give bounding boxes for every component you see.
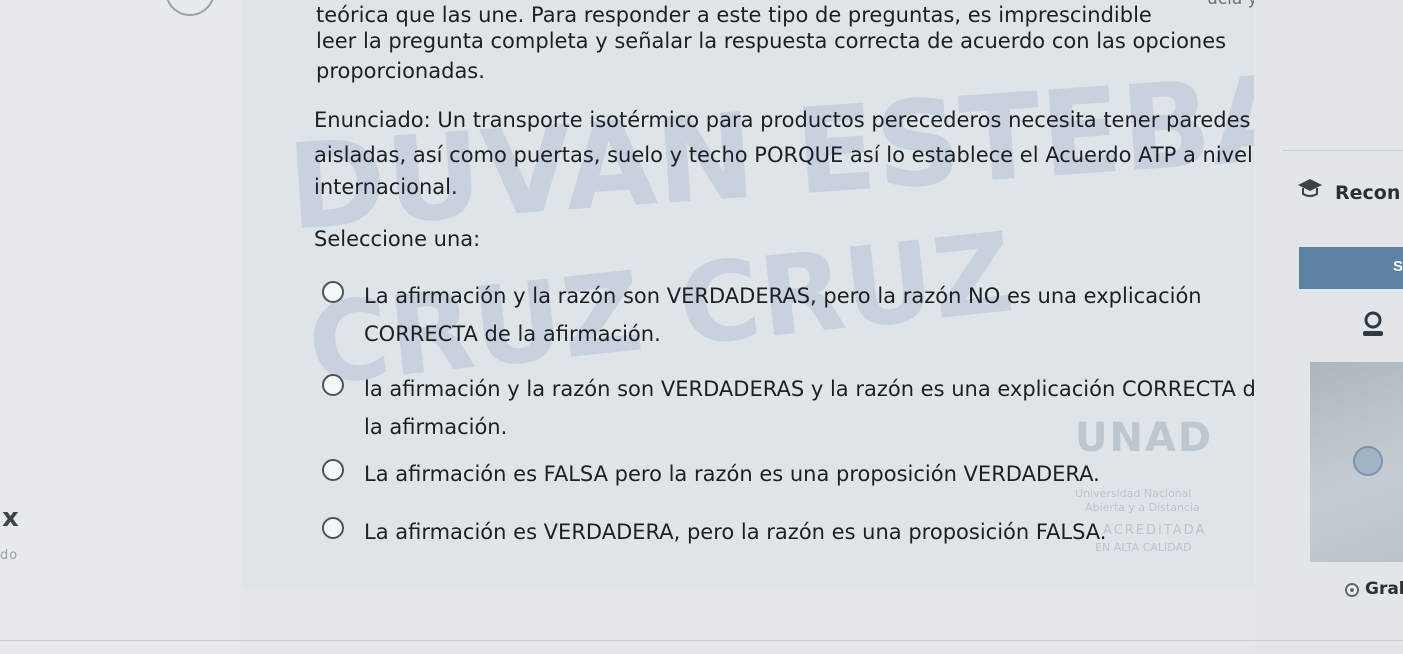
statement-line2: aisladas, así como puertas, suelo y tech… (314, 143, 1253, 167)
option-2-text-line1: la afirmación y la razón son VERDADERAS … (364, 377, 1269, 401)
statement-line1: Enunciado: Un transporte isotérmico para… (314, 108, 1251, 132)
unad-logo-name: UNAD (1075, 415, 1214, 461)
option-1-text-line1: La afirmación y la razón son VERDADERAS,… (364, 284, 1202, 308)
option-4-radio[interactable] (322, 517, 344, 539)
recognition-icon (1298, 179, 1322, 197)
option-1[interactable]: La afirmación y la razón son VERDADERAS,… (322, 277, 1202, 353)
option-3-radio[interactable] (322, 459, 344, 481)
question-intro-line3: proporcionadas. (316, 59, 485, 83)
option-3-text-line1: La afirmación es FALSA pero la razón es … (364, 462, 1100, 486)
unad-logo-watermark: UNAD Universidad Nacional Abierta y a Di… (1075, 415, 1245, 565)
left-page-strip (0, 0, 240, 654)
recon-label: Recon (1335, 182, 1401, 204)
participant-avatar-icon[interactable] (1353, 446, 1383, 476)
option-4[interactable]: La afirmación es VERDADERA, pero la razó… (322, 513, 1106, 551)
sidebar-action-label: S (1392, 258, 1403, 275)
option-1-text-line2: CORRECTA de la afirmación. (364, 322, 661, 346)
select-one-label: Seleccione una: (314, 227, 481, 251)
close-icon[interactable]: x (2, 503, 19, 533)
record-radio-icon[interactable] (1345, 583, 1359, 597)
bottom-divider (0, 640, 1403, 641)
option-3[interactable]: La afirmación es FALSA pero la razón es … (322, 455, 1100, 493)
unad-logo-sub4: EN ALTA CALIDAD (1095, 541, 1192, 554)
unad-logo-sub2: Abierta y a Distancia (1085, 501, 1200, 514)
sidebar-action-button[interactable]: S (1299, 247, 1403, 289)
left-partial-text: do (0, 548, 19, 563)
option-1-radio[interactable] (322, 281, 344, 303)
unad-logo-sub3: ACREDITADA (1103, 523, 1207, 538)
statement-line3: internacional. (314, 175, 458, 199)
unad-logo-sub1: Universidad Nacional (1075, 487, 1192, 500)
user-icon[interactable] (1360, 310, 1386, 340)
grab-label[interactable]: Grab (1365, 579, 1403, 599)
question-intro-line2: leer la pregunta completa y señalar la r… (316, 29, 1227, 53)
option-4-text-line1: La afirmación es VERDADERA, pero la razó… (364, 520, 1107, 544)
option-2-radio[interactable] (322, 374, 344, 396)
